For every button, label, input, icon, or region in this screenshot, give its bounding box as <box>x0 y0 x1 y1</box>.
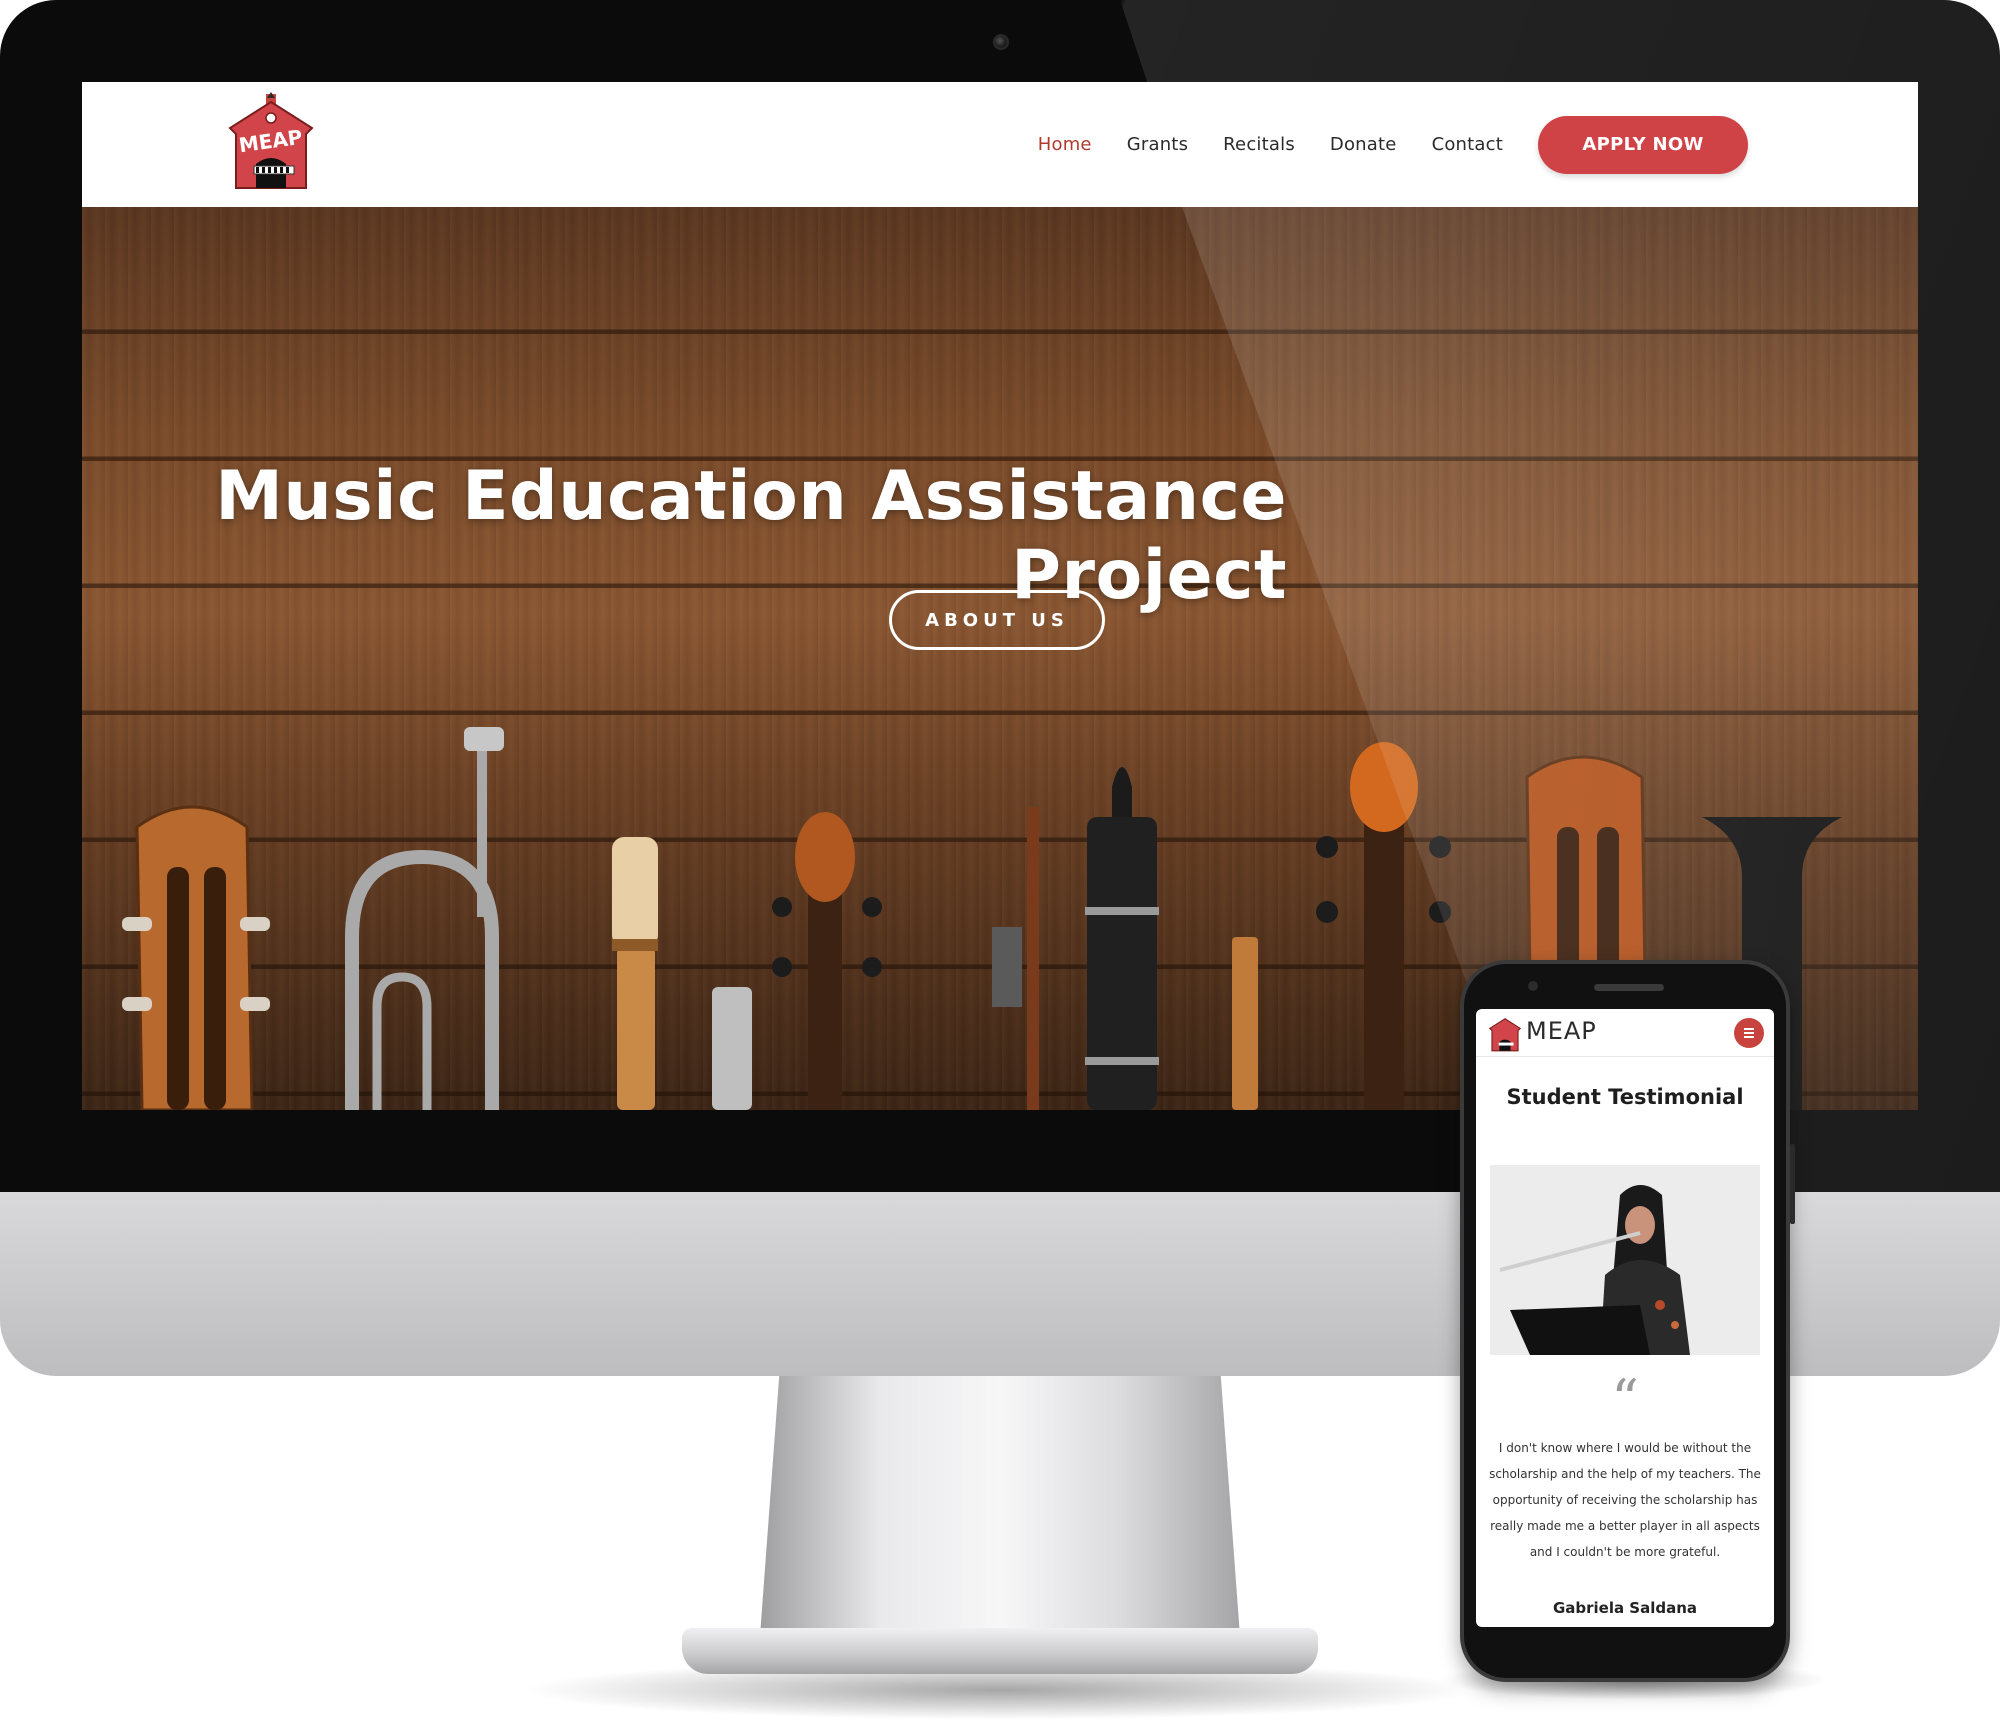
site-header: MEAP Home Grants Recitals Donate Contact… <box>82 82 1918 207</box>
mobile-website-screen: MEAP Student Testimonial “ I don't know … <box>1476 1009 1774 1627</box>
mobile-meap-logo[interactable] <box>1488 1015 1522 1053</box>
nav-recitals[interactable]: Recitals <box>1223 134 1295 155</box>
trumpet-mouthpiece <box>464 727 504 751</box>
nav-donate[interactable]: Donate <box>1330 134 1397 155</box>
testimonial-quote: I don't know where I would be without th… <box>1489 1441 1761 1559</box>
testimonial-title: Student Testimonial <box>1506 1085 1744 1109</box>
phone-side-button <box>1790 1144 1795 1224</box>
imac-stand-neck <box>760 1376 1240 1636</box>
imac-camera-icon <box>993 34 1009 50</box>
harmonica-right <box>1232 937 1258 1110</box>
violin-scroll-right <box>1316 742 1451 1110</box>
guitar-headstock-left <box>122 805 270 1110</box>
quote-icon: “ <box>1611 1368 1639 1431</box>
mobile-brand[interactable]: MEAP <box>1526 1017 1597 1045</box>
phone-device: MEAP Student Testimonial “ I don't know … <box>1460 960 1795 1682</box>
trumpet <box>345 747 499 1110</box>
harmonica-left <box>712 987 752 1110</box>
hamburger-menu-icon[interactable] <box>1734 1018 1764 1048</box>
clarinet <box>1085 767 1159 1110</box>
nav-contact[interactable]: Contact <box>1432 134 1503 155</box>
apply-now-button[interactable]: APPLY NOW <box>1538 115 1748 174</box>
phone-speaker <box>1594 984 1664 991</box>
meap-logo[interactable]: MEAP <box>226 92 316 194</box>
violin-bow <box>992 807 1039 1110</box>
student-photo <box>1490 1165 1760 1355</box>
main-nav: Home Grants Recitals Donate Contact APPL… <box>1038 82 1918 207</box>
imac-stand-foot <box>682 1628 1318 1674</box>
violin-scroll-left <box>772 812 882 1110</box>
testimonial-author: Gabriela Saldana <box>1552 1599 1698 1617</box>
desktop-website-screen: MEAP Home Grants Recitals Donate Contact… <box>82 82 1918 1110</box>
phone-camera-icon <box>1528 981 1538 991</box>
mobile-header: MEAP <box>1476 1009 1774 1057</box>
about-us-button[interactable]: ABOUT US <box>889 590 1105 650</box>
nav-home[interactable]: Home <box>1038 134 1092 155</box>
recorder <box>612 837 658 1110</box>
nav-grants[interactable]: Grants <box>1127 134 1188 155</box>
hero-title: Music Education Assistance Project <box>215 457 1287 615</box>
